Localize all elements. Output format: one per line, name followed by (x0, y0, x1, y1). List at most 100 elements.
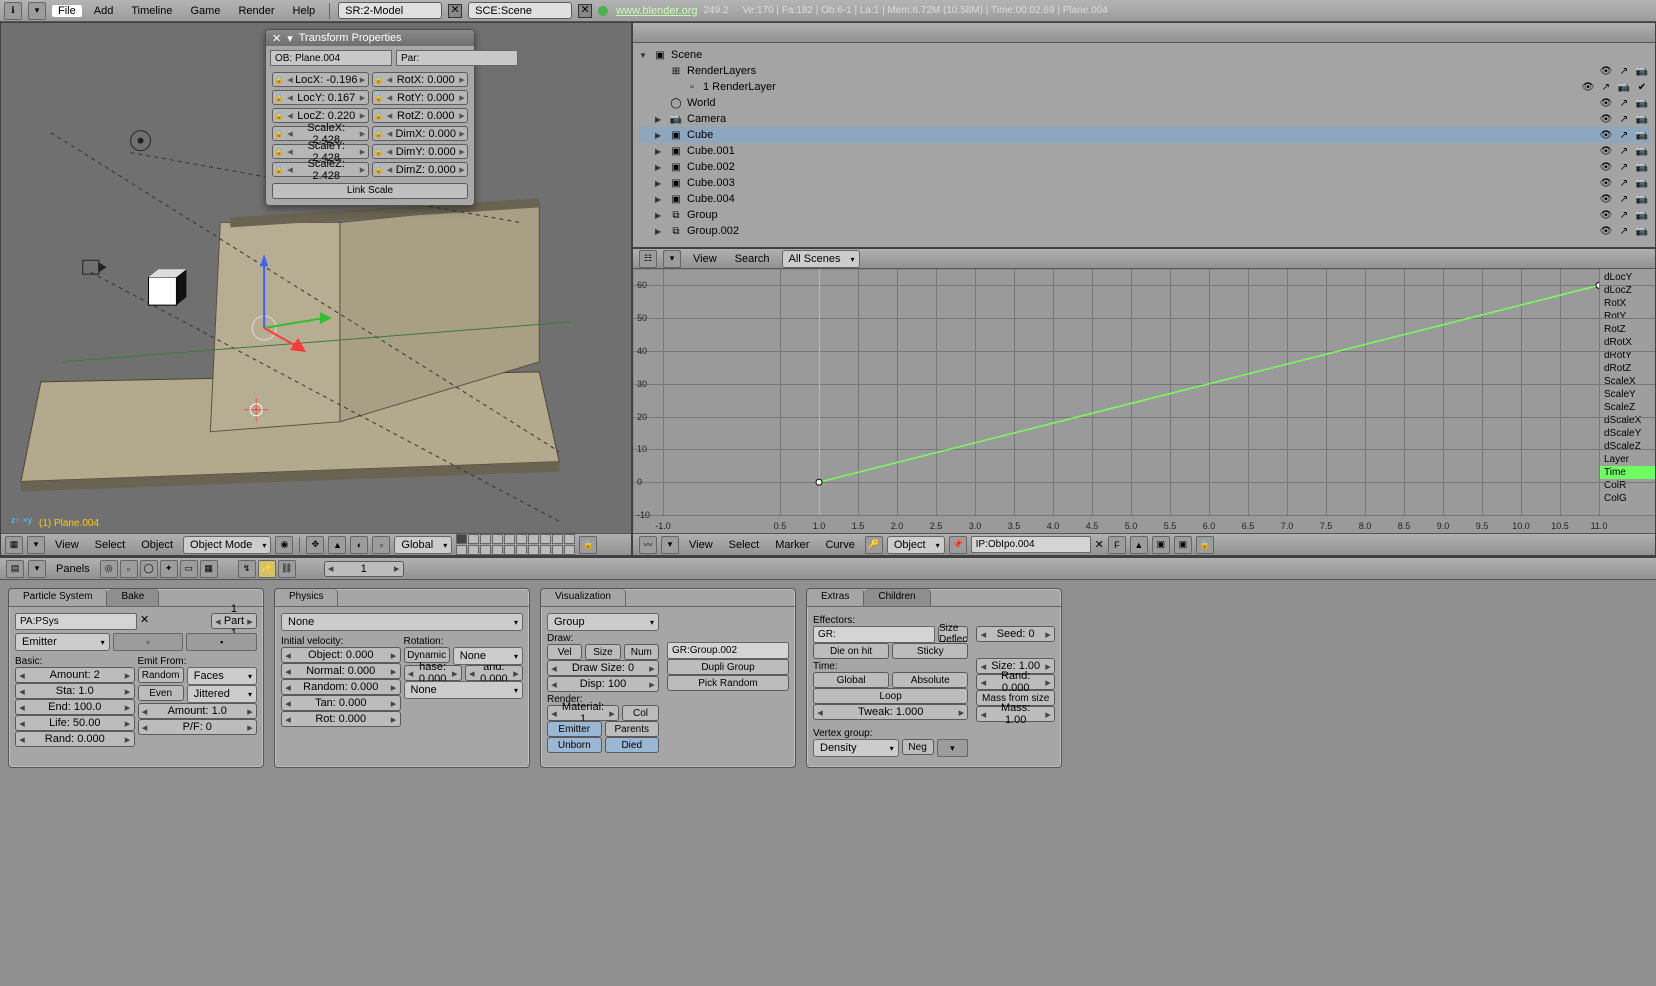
eye-icon[interactable]: 👁 (1599, 130, 1613, 141)
ctx-logic-icon[interactable]: ◎ (100, 560, 118, 578)
ipo-menu-view[interactable]: View (683, 539, 719, 551)
viz-group-select[interactable]: Group (547, 613, 659, 631)
channel-ColR[interactable]: ColR (1600, 479, 1655, 492)
eye-icon[interactable]: 👁 (1599, 194, 1613, 205)
tree-row[interactable]: ⊞RenderLayers👁↗📷 (639, 63, 1649, 79)
ctx-object-icon[interactable]: ✦ (160, 560, 178, 578)
cursor-restrict-icon[interactable]: ↗ (1617, 146, 1631, 157)
render-restrict-icon[interactable]: 📷 (1635, 66, 1649, 77)
eye-icon[interactable]: 👁 (1599, 162, 1613, 173)
eye-icon[interactable]: 👁 (1599, 210, 1613, 221)
vgroup-extra-icon[interactable]: ▾ (937, 739, 969, 757)
rotate-icon[interactable]: ◐ (350, 536, 368, 554)
vel-button[interactable]: Vel (547, 644, 582, 660)
mode-selector[interactable]: Object Mode (183, 536, 271, 554)
cursor-restrict-icon[interactable]: ↗ (1617, 66, 1631, 77)
size-button[interactable]: Size (585, 644, 620, 660)
transform-field[interactable]: 🔒◂LocY: 0.167▸ (272, 90, 369, 105)
amount-field[interactable]: ◂Amount: 2▸ (15, 667, 135, 683)
pick-random-button[interactable]: Pick Random (667, 675, 789, 691)
channel-dLocY[interactable]: dLocY (1600, 271, 1655, 284)
layer-button[interactable] (456, 534, 467, 544)
tab-bake[interactable]: Bake (107, 589, 159, 606)
scene-filter[interactable]: All Scenes (782, 250, 860, 268)
channel-Time[interactable]: Time (1600, 466, 1655, 479)
3dview[interactable]: ✕ ▾ Transform Properties 🔒◂LocX: -0.196▸… (0, 22, 632, 556)
even-button[interactable]: Even (138, 685, 184, 701)
tree-row[interactable]: ▶▣Cube👁↗📷 (639, 127, 1649, 143)
view3d-menu-view[interactable]: View (49, 539, 85, 551)
channel-dRotZ[interactable]: dRotZ (1600, 362, 1655, 375)
manipulator-icon[interactable]: ✥ (306, 536, 324, 554)
ctx-edit-icon[interactable]: ▭ (180, 560, 198, 578)
tree-row[interactable]: ▶⧉Group👁↗📷 (639, 207, 1649, 223)
key-icon[interactable]: 🔑 (865, 536, 883, 554)
unborn-button[interactable]: Unborn (547, 737, 602, 753)
link-scale-button[interactable]: Link Scale (272, 183, 468, 199)
life-field[interactable]: ◂Life: 50.00▸ (15, 715, 135, 731)
channel-list[interactable]: dLocYdLocZRotXRotYRotZdRotXdRotYdRotZSca… (1599, 269, 1655, 515)
layer-button[interactable] (504, 534, 515, 544)
channel-dRotX[interactable]: dRotX (1600, 336, 1655, 349)
screen-field[interactable] (345, 5, 435, 17)
layer-button[interactable] (504, 545, 515, 555)
cursor-restrict-icon[interactable]: ↗ (1599, 82, 1613, 93)
layer-button[interactable] (564, 545, 575, 555)
blender-url[interactable]: www.blender.org (616, 5, 697, 17)
emitter-opt2-icon[interactable]: ▪ (186, 633, 257, 651)
gr-field[interactable] (667, 642, 789, 659)
menu-add[interactable]: Add (88, 5, 120, 17)
eye-icon[interactable]: 👁 (1599, 178, 1613, 189)
layer-button[interactable] (516, 545, 527, 555)
ob-name-field[interactable] (270, 50, 392, 66)
header-collapse-icon[interactable]: ▾ (27, 536, 45, 554)
tree-row[interactable]: ▶📷Camera👁↗📷 (639, 111, 1649, 127)
render-restrict-icon[interactable]: 📷 (1635, 210, 1649, 221)
channel-RotZ[interactable]: RotZ (1600, 323, 1655, 336)
tree-row[interactable]: ▫1 RenderLayer👁↗📷✔ (639, 79, 1649, 95)
emitter-opt1-icon[interactable]: ▫ (113, 633, 184, 651)
ivel-rot[interactable]: ◂Rot: 0.000▸ (281, 711, 401, 727)
effectors-gr-field[interactable] (813, 626, 935, 643)
render-restrict-icon[interactable]: 📷 (1635, 114, 1649, 125)
angular-none[interactable]: None (404, 681, 524, 699)
lock-icon[interactable]: 🔒 (579, 536, 597, 554)
tab-extras[interactable]: Extras (807, 589, 864, 606)
eye-icon[interactable]: 👁 (1599, 226, 1613, 237)
layer-button[interactable] (528, 534, 539, 544)
cursor-restrict-icon[interactable]: ↗ (1617, 162, 1631, 173)
eye-icon[interactable]: 👁 (1581, 82, 1595, 93)
tree-row[interactable]: ▶▣Cube.002👁↗📷 (639, 159, 1649, 175)
faces-select[interactable]: Faces (187, 667, 257, 685)
channel-RotY[interactable]: RotY (1600, 310, 1655, 323)
ipo-collapse-icon[interactable]: ▾ (661, 536, 679, 554)
transform-properties-panel[interactable]: ✕ ▾ Transform Properties 🔒◂LocX: -0.196▸… (265, 29, 475, 206)
mass-field[interactable]: ◂Mass: 1.00▸ (976, 706, 1055, 722)
layer-button[interactable] (456, 545, 467, 555)
outliner-menu-search[interactable]: Search (729, 253, 776, 265)
channel-ColG[interactable]: ColG (1600, 492, 1655, 505)
global-button[interactable]: Global (813, 672, 889, 688)
outliner-collapse-icon[interactable]: ▾ (663, 250, 681, 268)
layer-button[interactable] (516, 534, 527, 544)
tree-row[interactable]: ▶⧉Group.002👁↗📷 (639, 223, 1649, 239)
cursor-restrict-icon[interactable]: ↗ (1617, 130, 1631, 141)
layer-button[interactable] (480, 534, 491, 544)
channel-ScaleX[interactable]: ScaleX (1600, 375, 1655, 388)
transform-field[interactable]: 🔒◂ScaleZ: 2.428▸ (272, 162, 369, 177)
render-restrict-icon[interactable]: 📷 (1635, 162, 1649, 173)
pa-name-field[interactable] (15, 613, 137, 630)
scene-selector[interactable] (468, 2, 572, 19)
physics-type[interactable]: None (281, 613, 523, 631)
render-restrict-icon[interactable]: 📷 (1635, 146, 1649, 157)
buttons-type-icon[interactable]: ▤ (6, 560, 24, 578)
parents-button[interactable]: Parents (605, 721, 660, 737)
cursor-restrict-icon[interactable]: ↗ (1617, 210, 1631, 221)
transform-field[interactable]: 🔒◂RotX: 0.000▸ (372, 72, 469, 87)
frame-field[interactable]: ◂1▸ (324, 561, 404, 577)
sub-physics-icon[interactable]: ↯ (238, 560, 256, 578)
rot-none-select[interactable]: None (453, 647, 523, 665)
eye-icon[interactable]: 👁 (1599, 146, 1613, 157)
outliner-type-icon[interactable]: ☷ (639, 250, 657, 268)
parent-field[interactable] (396, 50, 518, 66)
